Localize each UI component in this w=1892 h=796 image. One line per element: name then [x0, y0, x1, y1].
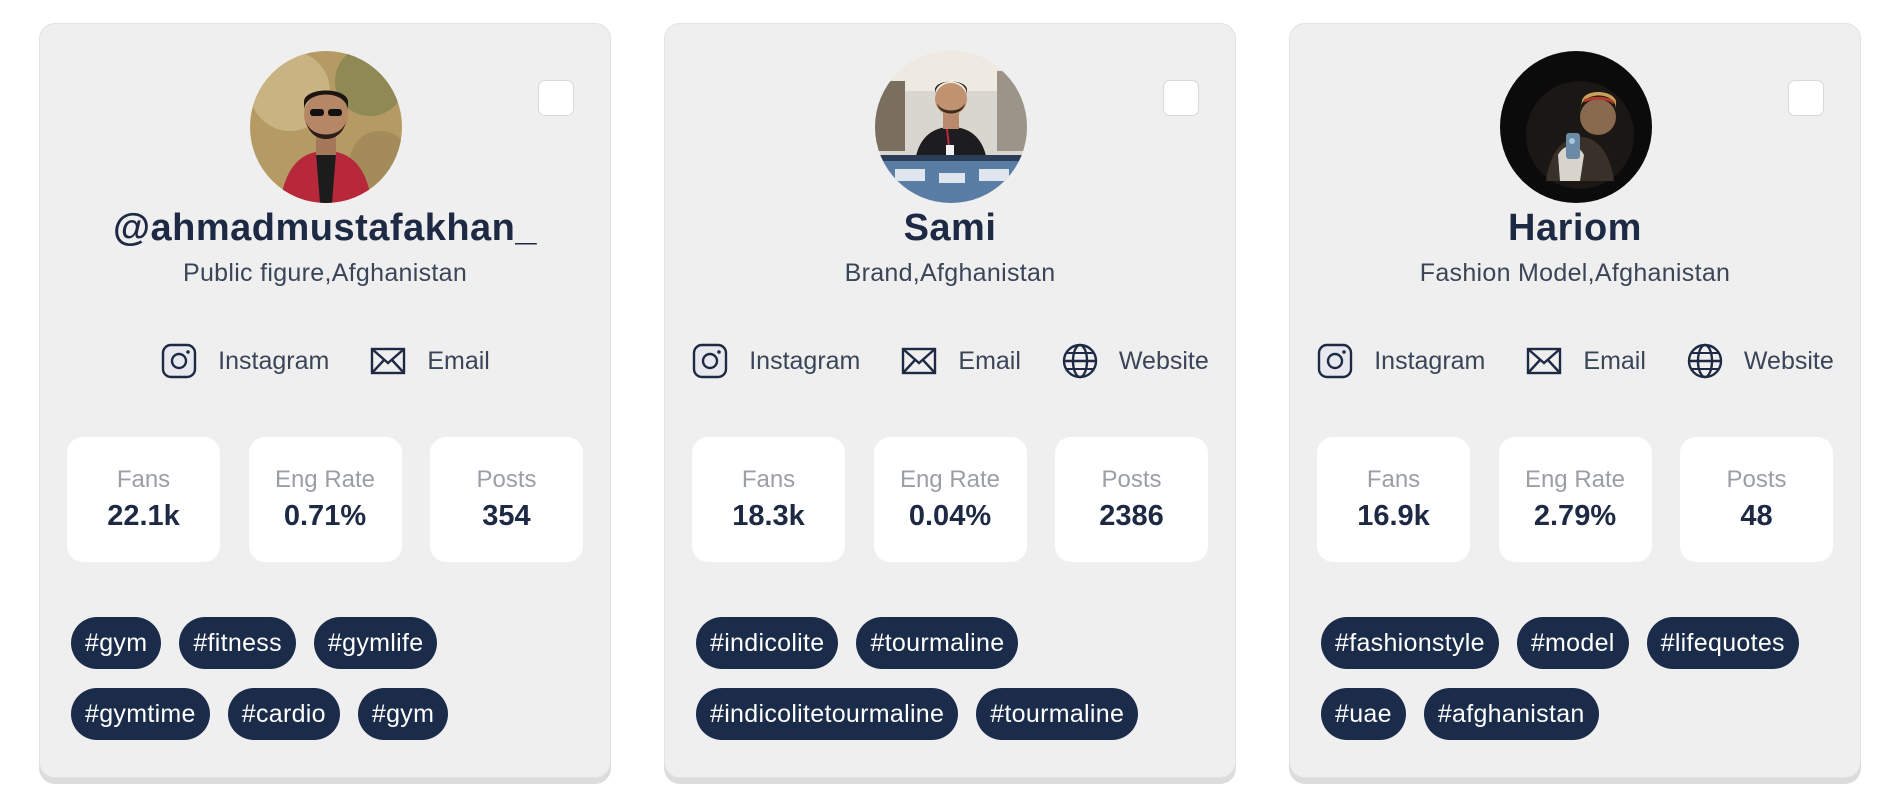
instagram-icon	[1318, 343, 1353, 379]
contact-links: Instagram Email	[40, 342, 610, 380]
stats-row: Fans 22.1k Eng Rate 0.71% Posts 354	[67, 437, 583, 562]
influencer-card: Sami Brand,Afghanistan Instagram Email W…	[664, 23, 1236, 778]
stat-eng-rate: Eng Rate 0.71%	[248, 437, 402, 562]
profile-category: Public figure,Afghanistan	[182, 259, 468, 287]
stat-label: Fans	[116, 466, 171, 493]
hashtag-chip[interactable]: #fashionstyle	[1321, 617, 1499, 669]
stat-eng-rate: Eng Rate 2.79%	[1498, 437, 1652, 562]
stat-value: 48	[1740, 500, 1773, 532]
stat-fans: Fans 22.1k	[67, 437, 220, 562]
contact-links: Instagram Email Website	[1290, 342, 1860, 380]
hashtag-chip[interactable]: #tourmaline	[976, 688, 1139, 740]
email-label: Email	[958, 346, 1021, 375]
instagram-link[interactable]: Instagram	[1316, 342, 1485, 380]
instagram-icon	[161, 343, 197, 379]
hashtag-chip[interactable]: #uae	[1321, 688, 1406, 740]
instagram-label: Instagram	[749, 346, 861, 375]
stat-label: Eng Rate	[899, 466, 1001, 493]
avatar	[250, 51, 402, 203]
globe-icon	[1062, 343, 1098, 379]
envelope-icon	[371, 347, 406, 375]
email-label: Email	[1583, 346, 1646, 375]
stat-value: 16.9k	[1357, 500, 1430, 532]
stat-label: Eng Rate	[1524, 466, 1626, 493]
select-checkbox[interactable]	[1163, 80, 1199, 116]
profile-category: Fashion Model,Afghanistan	[1419, 259, 1731, 287]
stat-label: Posts	[476, 466, 537, 493]
stat-label: Posts	[1101, 466, 1162, 493]
stat-value: 18.3k	[732, 500, 805, 532]
email-link[interactable]: Email	[369, 342, 490, 380]
instagram-link[interactable]: Instagram	[691, 342, 860, 380]
hashtag-chip[interactable]: #indicolite	[696, 617, 839, 669]
stat-label: Eng Rate	[274, 466, 376, 493]
hashtag-list: #indicolite #tourmaline #indicolitetourm…	[696, 617, 1215, 740]
select-checkbox[interactable]	[1788, 80, 1824, 116]
hashtag-list: #gym #fitness #gymlife #gymtime #cardio …	[71, 617, 590, 740]
instagram-icon	[693, 343, 728, 379]
stat-label: Fans	[1366, 466, 1421, 493]
hashtag-chip[interactable]: #gym	[71, 617, 162, 669]
profile-name: Sami	[903, 207, 997, 249]
stats-row: Fans 18.3k Eng Rate 0.04% Posts 2386	[692, 437, 1208, 562]
envelope-icon	[1527, 347, 1562, 375]
stat-value: 2.79%	[1533, 500, 1617, 532]
instagram-link[interactable]: Instagram	[160, 342, 329, 380]
influencer-card: Hariom Fashion Model,Afghanistan Instagr…	[1289, 23, 1861, 778]
influencer-card: @ahmadmustafakhan_ Public figure,Afghani…	[39, 23, 611, 778]
hashtag-chip[interactable]: #gymtime	[71, 688, 210, 740]
hashtag-list: #fashionstyle #model #lifequotes #uae #a…	[1321, 617, 1840, 740]
instagram-label: Instagram	[218, 346, 330, 375]
avatar	[875, 51, 1027, 203]
envelope-icon	[902, 347, 937, 375]
select-checkbox[interactable]	[538, 80, 574, 116]
hashtag-chip[interactable]: #lifequotes	[1646, 617, 1799, 669]
email-link[interactable]: Email	[900, 342, 1021, 380]
email-link[interactable]: Email	[1525, 342, 1646, 380]
hashtag-chip[interactable]: #gymlife	[313, 617, 438, 669]
avatar	[1500, 51, 1652, 203]
website-label: Website	[1743, 346, 1834, 375]
hashtag-chip[interactable]: #indicolitetourmaline	[696, 688, 959, 740]
hashtag-chip[interactable]: #afghanistan	[1423, 688, 1599, 740]
hashtag-chip[interactable]: #gym	[357, 688, 449, 740]
influencer-card-grid: @ahmadmustafakhan_ Public figure,Afghani…	[0, 0, 1892, 796]
stat-posts: Posts 2386	[1055, 437, 1208, 562]
stats-row: Fans 16.9k Eng Rate 2.79% Posts 48	[1317, 437, 1833, 562]
website-label: Website	[1118, 346, 1209, 375]
stat-value: 2386	[1099, 500, 1164, 532]
profile-name: Hariom	[1508, 207, 1642, 249]
stat-fans: Fans 16.9k	[1317, 437, 1470, 562]
profile-name: @ahmadmustafakhan_	[112, 207, 538, 249]
stat-label: Fans	[741, 466, 796, 493]
hashtag-chip[interactable]: #model	[1516, 617, 1629, 669]
stat-label: Posts	[1726, 466, 1787, 493]
hashtag-chip[interactable]: #fitness	[179, 617, 296, 669]
stat-fans: Fans 18.3k	[692, 437, 845, 562]
stat-posts: Posts 48	[1680, 437, 1833, 562]
stat-value: 0.04%	[908, 500, 992, 532]
hashtag-chip[interactable]: #tourmaline	[856, 617, 1019, 669]
stat-eng-rate: Eng Rate 0.04%	[873, 437, 1027, 562]
stat-value: 0.71%	[283, 500, 367, 532]
hashtag-chip[interactable]: #cardio	[227, 688, 340, 740]
website-link[interactable]: Website	[1061, 342, 1209, 380]
instagram-label: Instagram	[1374, 346, 1486, 375]
contact-links: Instagram Email Website	[665, 342, 1235, 380]
globe-icon	[1687, 343, 1723, 379]
email-label: Email	[427, 346, 490, 375]
profile-category: Brand,Afghanistan	[844, 259, 1056, 287]
stat-value: 354	[482, 500, 531, 532]
stat-value: 22.1k	[107, 500, 180, 532]
stat-posts: Posts 354	[430, 437, 583, 562]
website-link[interactable]: Website	[1686, 342, 1834, 380]
